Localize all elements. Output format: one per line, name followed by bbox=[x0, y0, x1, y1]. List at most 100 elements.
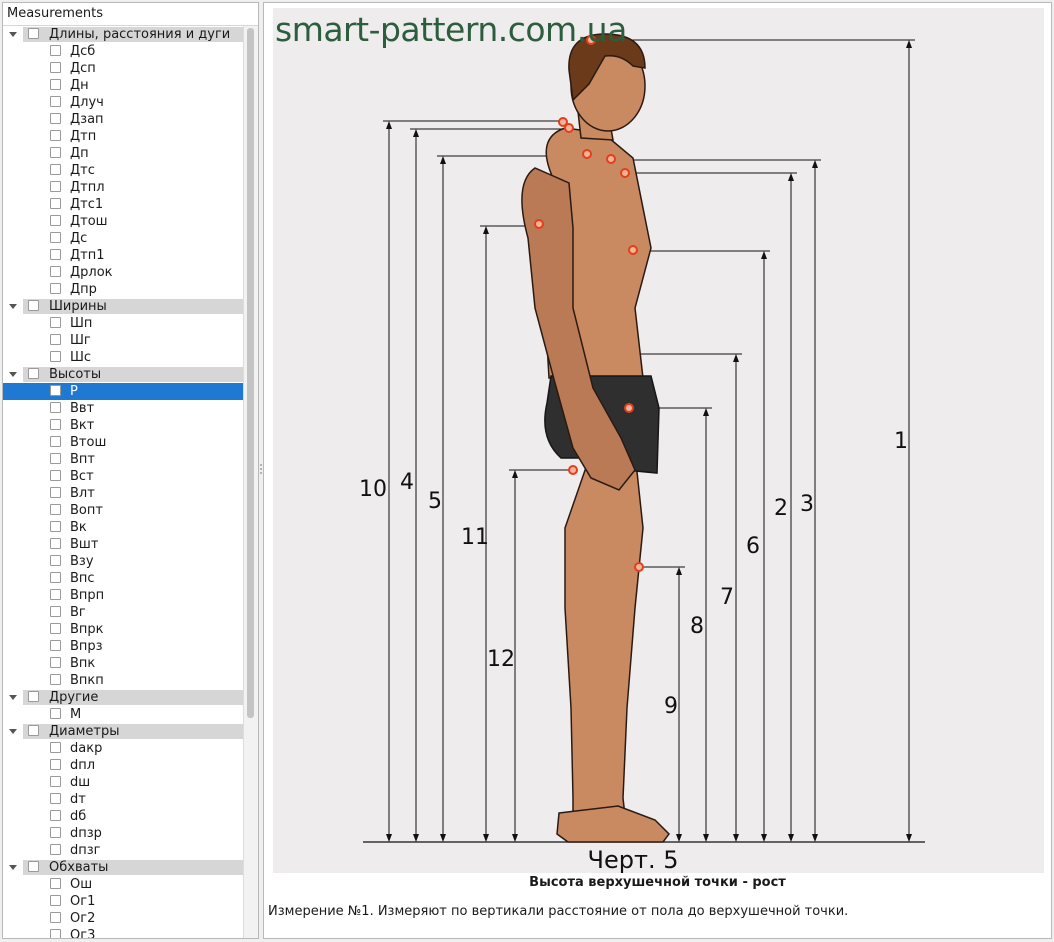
tree-item[interactable]: Дтош bbox=[3, 213, 244, 230]
item-checkbox[interactable] bbox=[50, 640, 61, 651]
item-checkbox[interactable] bbox=[50, 742, 61, 753]
item-checkbox[interactable] bbox=[50, 96, 61, 107]
tree-scrollbar-thumb[interactable] bbox=[247, 28, 254, 718]
tree-item[interactable]: dпзг bbox=[3, 842, 244, 859]
item-checkbox[interactable] bbox=[50, 79, 61, 90]
tree-item[interactable]: Шг bbox=[3, 332, 244, 349]
tree-item[interactable]: Ош bbox=[3, 876, 244, 893]
group-checkbox[interactable] bbox=[28, 28, 39, 39]
item-checkbox[interactable] bbox=[50, 164, 61, 175]
tree-item[interactable]: Вст bbox=[3, 468, 244, 485]
tree-item[interactable]: Впт bbox=[3, 451, 244, 468]
tree-item[interactable]: Дп bbox=[3, 145, 244, 162]
tree-item[interactable]: Дтп1 bbox=[3, 247, 244, 264]
item-checkbox[interactable] bbox=[50, 181, 61, 192]
chevron-down-icon[interactable] bbox=[9, 729, 17, 734]
group-checkbox[interactable] bbox=[28, 368, 39, 379]
tree-item[interactable]: dш bbox=[3, 774, 244, 791]
tree-item[interactable]: Впкп bbox=[3, 672, 244, 689]
tree-item[interactable]: Дтс1 bbox=[3, 196, 244, 213]
tree-group[interactable]: Диаметры bbox=[3, 723, 244, 740]
item-checkbox[interactable] bbox=[50, 623, 61, 634]
item-checkbox[interactable] bbox=[50, 572, 61, 583]
tree-item[interactable]: Длуч bbox=[3, 94, 244, 111]
item-checkbox[interactable] bbox=[50, 266, 61, 277]
item-checkbox[interactable] bbox=[50, 198, 61, 209]
tree-item[interactable]: Впк bbox=[3, 655, 244, 672]
item-checkbox[interactable] bbox=[50, 215, 61, 226]
item-checkbox[interactable] bbox=[50, 521, 61, 532]
item-checkbox[interactable] bbox=[50, 317, 61, 328]
item-checkbox[interactable] bbox=[50, 878, 61, 889]
item-checkbox[interactable] bbox=[50, 657, 61, 668]
tree-group[interactable]: Длины, расстояния и дуги bbox=[3, 26, 244, 43]
item-checkbox[interactable] bbox=[50, 419, 61, 430]
item-checkbox[interactable] bbox=[50, 487, 61, 498]
item-checkbox[interactable] bbox=[50, 844, 61, 855]
item-checkbox[interactable] bbox=[50, 402, 61, 413]
tree-group[interactable]: Ширины bbox=[3, 298, 244, 315]
tree-item[interactable]: Дтпл bbox=[3, 179, 244, 196]
item-checkbox[interactable] bbox=[50, 62, 61, 73]
item-checkbox[interactable] bbox=[50, 385, 61, 396]
item-checkbox[interactable] bbox=[50, 232, 61, 243]
item-checkbox[interactable] bbox=[50, 929, 61, 938]
item-checkbox[interactable] bbox=[50, 504, 61, 515]
tree-item[interactable]: Дзап bbox=[3, 111, 244, 128]
group-checkbox[interactable] bbox=[28, 725, 39, 736]
tree-item[interactable]: Впс bbox=[3, 570, 244, 587]
item-checkbox[interactable] bbox=[50, 793, 61, 804]
tree-item[interactable]: Дтс bbox=[3, 162, 244, 179]
chevron-down-icon[interactable] bbox=[9, 695, 17, 700]
item-checkbox[interactable] bbox=[50, 895, 61, 906]
item-checkbox[interactable] bbox=[50, 912, 61, 923]
tree-item[interactable]: Дс bbox=[3, 230, 244, 247]
tree-item[interactable]: dакр bbox=[3, 740, 244, 757]
chevron-down-icon[interactable] bbox=[9, 304, 17, 309]
item-checkbox[interactable] bbox=[50, 674, 61, 685]
tree-item[interactable]: dпл bbox=[3, 757, 244, 774]
tree-item[interactable]: Впрп bbox=[3, 587, 244, 604]
tree-item[interactable]: dб bbox=[3, 808, 244, 825]
item-checkbox[interactable] bbox=[50, 776, 61, 787]
item-checkbox[interactable] bbox=[50, 606, 61, 617]
tree-item[interactable]: Дн bbox=[3, 77, 244, 94]
item-checkbox[interactable] bbox=[50, 45, 61, 56]
tree-item[interactable]: Дпр bbox=[3, 281, 244, 298]
tree-item[interactable]: Ввт bbox=[3, 400, 244, 417]
item-checkbox[interactable] bbox=[50, 759, 61, 770]
tree-item[interactable]: Взу bbox=[3, 553, 244, 570]
item-checkbox[interactable] bbox=[50, 708, 61, 719]
group-checkbox[interactable] bbox=[28, 691, 39, 702]
item-checkbox[interactable] bbox=[50, 351, 61, 362]
item-checkbox[interactable] bbox=[50, 436, 61, 447]
item-checkbox[interactable] bbox=[50, 147, 61, 158]
item-checkbox[interactable] bbox=[50, 113, 61, 124]
tree-item[interactable]: Вк bbox=[3, 519, 244, 536]
item-checkbox[interactable] bbox=[50, 130, 61, 141]
tree-item[interactable]: Впрз bbox=[3, 638, 244, 655]
tree-item[interactable]: Впрк bbox=[3, 621, 244, 638]
group-checkbox[interactable] bbox=[28, 861, 39, 872]
tree-item[interactable]: Шс bbox=[3, 349, 244, 366]
item-checkbox[interactable] bbox=[50, 589, 61, 600]
tree-item[interactable]: Влт bbox=[3, 485, 244, 502]
tree-item[interactable]: Шп bbox=[3, 315, 244, 332]
tree-item[interactable]: Втош bbox=[3, 434, 244, 451]
item-checkbox[interactable] bbox=[50, 538, 61, 549]
item-checkbox[interactable] bbox=[50, 249, 61, 260]
item-checkbox[interactable] bbox=[50, 283, 61, 294]
item-checkbox[interactable] bbox=[50, 334, 61, 345]
tree-item[interactable]: М bbox=[3, 706, 244, 723]
tree-item[interactable]: Дсп bbox=[3, 60, 244, 77]
tree-item[interactable]: Вкт bbox=[3, 417, 244, 434]
chevron-down-icon[interactable] bbox=[9, 865, 17, 870]
tree-item[interactable]: Вг bbox=[3, 604, 244, 621]
tree-item[interactable]: Вопт bbox=[3, 502, 244, 519]
tree-group[interactable]: Обхваты bbox=[3, 859, 244, 876]
item-checkbox[interactable] bbox=[50, 810, 61, 821]
chevron-down-icon[interactable] bbox=[9, 32, 17, 37]
item-checkbox[interactable] bbox=[50, 555, 61, 566]
tree-item[interactable]: Ог2 bbox=[3, 910, 244, 927]
item-checkbox[interactable] bbox=[50, 827, 61, 838]
